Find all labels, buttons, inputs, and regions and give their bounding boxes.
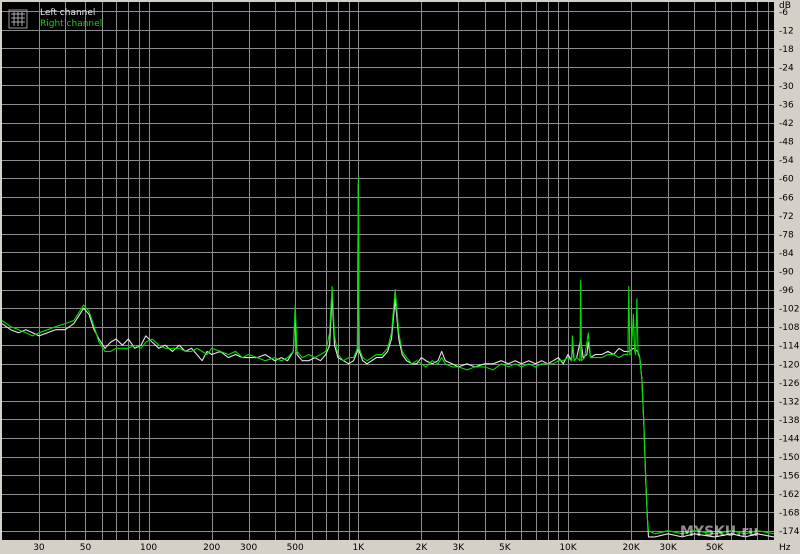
y-tick-label: -84 [779,249,794,259]
y-tick-label: -132 [779,397,799,407]
y-tick-label: -24 [779,63,794,73]
x-tick-label: 300 [240,543,257,553]
y-tick-label: -114 [779,342,800,352]
spectrum-chart: Left channel Right channel dB-6-12-18-24… [1,1,800,553]
legend-left-channel: Left channel [40,8,95,18]
y-tick-label: -150 [779,453,800,463]
y-tick-label: -90 [779,268,794,278]
y-tick-label: -54 [779,156,794,166]
x-tick-label: 2K [416,543,429,553]
y-axis-ticks: dB-6-12-18-24-30-36-42-48-54-60-66-72-78… [779,1,800,537]
y-tick-label: -102 [779,305,799,315]
y-tick-label: -72 [779,212,794,222]
y-tick-label: -96 [779,286,794,296]
y-tick-label: -168 [779,509,800,519]
y-tick-label: -162 [779,490,799,500]
watermark-text: MYSKU.ru [680,524,758,540]
y-tick-label: -6 [779,8,788,18]
y-tick-label: -42 [779,119,794,129]
x-tick-label: 5K [499,543,512,553]
x-tick-label: 200 [203,543,220,553]
y-tick-label: -60 [779,175,794,185]
y-tick-label: -144 [779,434,800,444]
y-tick-label: -108 [779,323,800,333]
legend-right-channel: Right channel [40,19,102,29]
y-tick-label: -126 [779,379,800,389]
y-tick-label: -12 [779,26,794,36]
y-tick-label: -156 [779,472,800,482]
x-tick-label: 500 [287,543,304,553]
x-tick-label: 30 [33,543,45,553]
y-tick-label: -120 [779,360,800,370]
y-tick-label: -18 [779,45,794,55]
x-tick-label: 50 [80,543,92,553]
x-tick-label: 50K [706,543,724,553]
x-tick-label: 100 [140,543,157,553]
spectrum-analyzer-window: Left channel Right channel dB -6 -12 -18 -24… [0,0,800,554]
y-tick-label: -78 [779,230,794,240]
y-tick-label: -30 [779,82,794,92]
x-tick-label: 1K [352,543,365,553]
x-tick-label: 20K [622,543,640,553]
x-axis-ticks: 30 50 100 200 300 500 1K 2K 3K 5K 10K 20K 30K 50K [33,543,724,553]
y-tick-label: -48 [779,138,794,148]
x-tick-label: 3K [453,543,466,553]
x-axis-unit-label: Hz [779,543,791,553]
x-tick-label: 30K [659,543,677,553]
y-tick-label: -138 [779,416,800,426]
y-tick-label: -36 [779,101,794,111]
x-tick-label: 10K [559,543,577,553]
y-tick-label: -174 [779,527,800,537]
y-tick-label: -66 [779,193,794,203]
